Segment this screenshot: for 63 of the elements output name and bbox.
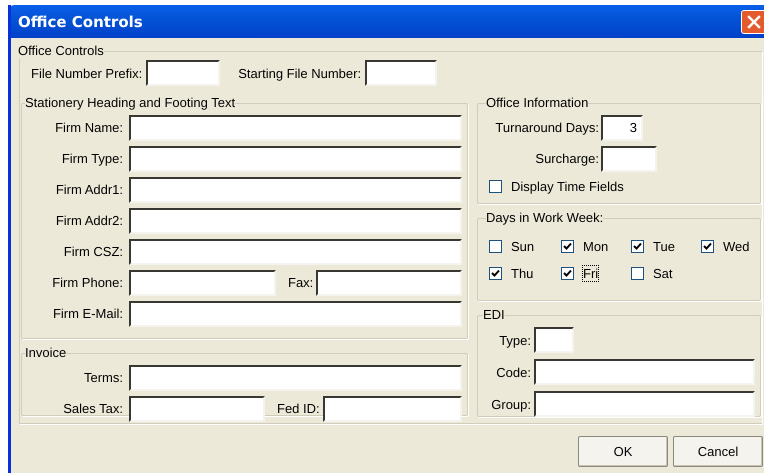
field-label: Sales Tax: bbox=[62, 401, 123, 416]
close-icon bbox=[747, 14, 761, 28]
day-label: Sat bbox=[653, 266, 673, 281]
checkbox[interactable] bbox=[631, 240, 644, 253]
input-field[interactable] bbox=[129, 364, 462, 390]
input-field[interactable] bbox=[129, 208, 462, 234]
input-field[interactable] bbox=[601, 146, 657, 172]
checkbox[interactable] bbox=[489, 240, 502, 253]
input-field[interactable] bbox=[129, 300, 462, 326]
field-label: Firm Name: bbox=[54, 120, 123, 135]
field-label: Firm Addr1: bbox=[54, 182, 123, 197]
close-button[interactable] bbox=[741, 10, 764, 34]
input-field[interactable] bbox=[322, 396, 462, 422]
day-label: Fri bbox=[583, 266, 598, 281]
day-label: Mon bbox=[583, 239, 608, 254]
checkbox[interactable] bbox=[561, 240, 574, 253]
dialog-button[interactable]: Cancel bbox=[673, 436, 763, 467]
group-title: Office Information bbox=[486, 96, 588, 110]
input-field[interactable] bbox=[129, 396, 265, 422]
input-field[interactable] bbox=[129, 270, 276, 296]
field-label: Code: bbox=[495, 364, 531, 380]
group-title: Office Controls bbox=[18, 44, 104, 58]
checkbox[interactable] bbox=[561, 267, 574, 280]
field-label: File Number Prefix: bbox=[31, 66, 142, 80]
day-label: Sun bbox=[511, 239, 534, 254]
checkbox-label: Display Time Fields bbox=[511, 178, 624, 194]
field-label: Type: bbox=[498, 332, 531, 348]
checkbox[interactable] bbox=[489, 267, 502, 280]
checkbox[interactable] bbox=[631, 267, 644, 280]
input-field[interactable] bbox=[534, 391, 755, 417]
day-label: Thu bbox=[511, 266, 534, 281]
field-label: Firm E-Mail: bbox=[52, 306, 123, 321]
dialog-button[interactable]: OK bbox=[578, 436, 668, 467]
field-label: Firm CSZ: bbox=[62, 244, 123, 259]
group-title: EDI bbox=[483, 308, 505, 322]
input-field[interactable]: 3 bbox=[601, 114, 643, 140]
input-field[interactable] bbox=[534, 359, 755, 385]
day-label: Wed bbox=[723, 239, 750, 254]
input-field[interactable] bbox=[534, 327, 574, 353]
input-field[interactable] bbox=[365, 60, 438, 86]
input-field[interactable] bbox=[129, 176, 462, 202]
field-label: Terms: bbox=[83, 370, 123, 385]
input-field[interactable] bbox=[316, 270, 462, 296]
input-field[interactable] bbox=[129, 238, 462, 264]
group-title: Invoice bbox=[25, 346, 66, 360]
field-label: Fax: bbox=[288, 275, 314, 290]
group-title: Days in Work Week: bbox=[486, 211, 604, 225]
day-label: Tue bbox=[653, 239, 675, 254]
checkbox[interactable] bbox=[489, 180, 502, 192]
window-title: Office Controls bbox=[18, 12, 144, 30]
field-label: Turnaround Days: bbox=[494, 120, 599, 135]
group-title: Stationery Heading and Footing Text bbox=[25, 96, 236, 110]
field-label: Firm Addr2: bbox=[54, 213, 123, 228]
checkbox[interactable] bbox=[701, 240, 714, 253]
field-label: Firm Type: bbox=[60, 151, 123, 166]
field-label: Firm Phone: bbox=[51, 275, 123, 290]
field-label: Surcharge: bbox=[534, 151, 599, 166]
field-label: Starting File Number: bbox=[238, 66, 362, 80]
input-field[interactable] bbox=[129, 114, 462, 140]
input-field[interactable] bbox=[146, 60, 220, 86]
field-label: Fed ID: bbox=[277, 401, 320, 416]
input-field[interactable] bbox=[129, 146, 462, 172]
field-label: Group: bbox=[490, 396, 531, 412]
